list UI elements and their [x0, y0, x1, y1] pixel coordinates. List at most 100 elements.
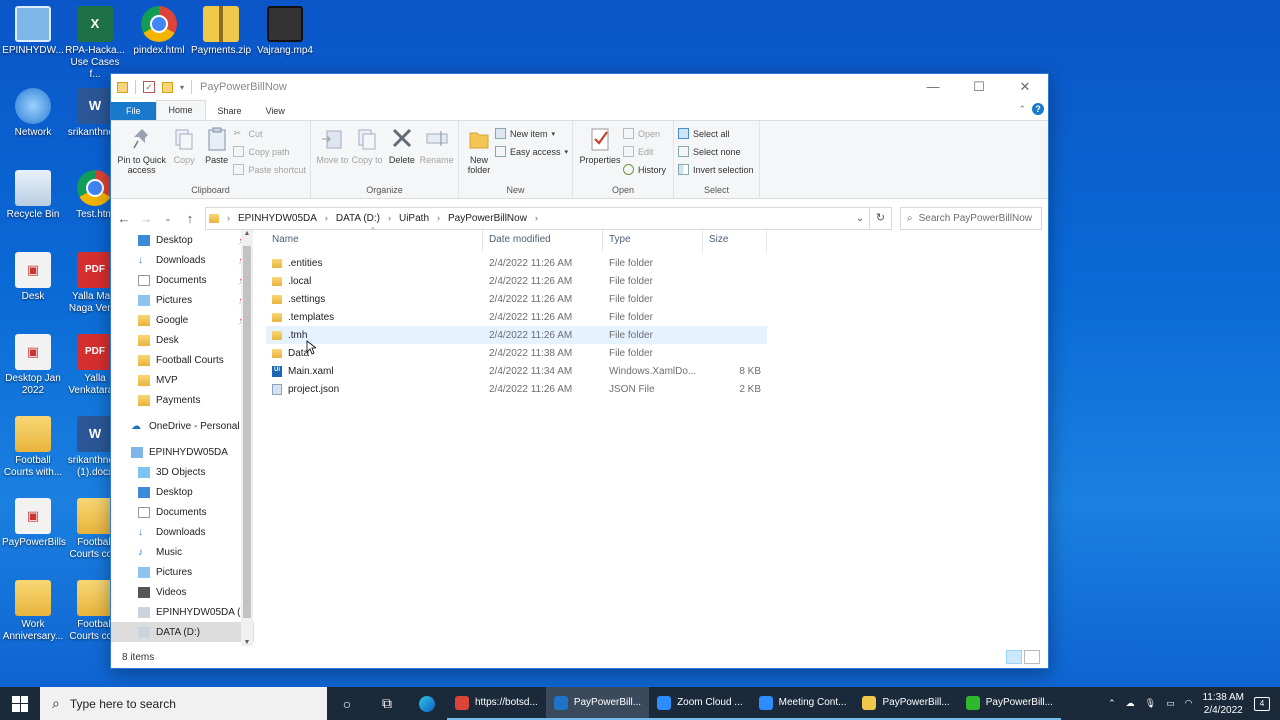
notification-center-icon[interactable]: 4 [1254, 696, 1270, 711]
taskbar-app-button[interactable]: PayPowerBill... [957, 687, 1061, 720]
breadcrumb-item[interactable]: UiPath [399, 213, 429, 224]
cut-button[interactable]: ✂ Cut [233, 126, 306, 141]
open-button[interactable]: Open [623, 126, 666, 141]
taskbar-app-button[interactable]: PayPowerBill... [854, 687, 958, 720]
nav-item-quick-access[interactable]: Pictures📌 [111, 290, 254, 310]
desktop-shortcut[interactable]: Payments.zip [190, 6, 252, 57]
nav-item-this-pc-child[interactable]: EPINHYDW05DA (C [111, 602, 254, 622]
copy-path-button[interactable]: Copy path [233, 144, 306, 159]
search-input[interactable]: ⌕ Search PayPowerBillNow [900, 206, 1042, 230]
history-button[interactable]: History [623, 162, 666, 177]
task-view-icon[interactable]: ⧉ [367, 687, 407, 720]
column-header-size[interactable]: Size [703, 228, 767, 252]
file-row[interactable]: .settings 2/4/2022 11:26 AM File folder [266, 290, 767, 308]
scroll-down-icon[interactable]: ▼ [241, 639, 253, 646]
nav-item-this-pc-child[interactable]: Desktop [111, 482, 254, 502]
tab-share[interactable]: Share [206, 102, 254, 120]
file-row[interactable]: .local 2/4/2022 11:26 AM File folder [266, 272, 767, 290]
nav-item-this-pc[interactable]: EPINHYDW05DA [111, 442, 254, 462]
minimize-button[interactable]: — [910, 79, 956, 95]
select-all-button[interactable]: Select all [678, 126, 754, 141]
column-header-type[interactable]: Type [603, 228, 703, 252]
nav-item-quick-access[interactable]: Google📌 [111, 310, 254, 330]
nav-item-onedrive[interactable]: ☁ OneDrive - Personal [111, 416, 254, 436]
customize-toolbar-chevron-icon[interactable]: ▾ [180, 83, 184, 92]
maximize-button[interactable]: ☐ [956, 79, 1002, 95]
edge-icon[interactable] [407, 687, 447, 720]
column-header-date-modified[interactable]: Date modified [483, 228, 603, 252]
desktop-shortcut[interactable]: ▣ Desktop Jan 2022 [2, 334, 64, 397]
help-icon[interactable]: ? [1032, 103, 1044, 115]
details-view-icon[interactable] [1006, 650, 1022, 664]
nav-item-this-pc-child[interactable]: DATA (D:) [111, 622, 254, 642]
new-folder-icon[interactable] [162, 81, 173, 93]
nav-item-quick-access[interactable]: Desktop📌 [111, 230, 254, 250]
desktop-shortcut[interactable]: pindex.html [128, 6, 190, 57]
file-row[interactable]: .entities 2/4/2022 11:26 AM File folder [266, 254, 767, 272]
tab-home[interactable]: Home [155, 100, 206, 120]
address-bar[interactable]: › EPINHYDW05DA › DATA (D:) › UiPath › Pa… [205, 206, 870, 230]
file-row[interactable]: .tmh 2/4/2022 11:26 AM File folder [266, 326, 767, 344]
select-none-button[interactable]: Select none [678, 144, 754, 159]
file-row[interactable]: .templates 2/4/2022 11:26 AM File folder [266, 308, 767, 326]
battery-icon[interactable]: ▭ [1166, 698, 1175, 709]
nav-item-quick-access[interactable]: Documents📌 [111, 270, 254, 290]
desktop-shortcut[interactable]: Work Anniversary... [2, 580, 64, 643]
new-item-button[interactable]: New item ▾ [494, 126, 568, 141]
file-row[interactable]: Ui Main.xaml 2/4/2022 11:34 AM Windows.Xaml… [266, 362, 767, 380]
nav-item-quick-access[interactable]: ↓Downloads📌 [111, 250, 254, 270]
clock[interactable]: 11:38 AM 2/4/2022 [1202, 691, 1244, 717]
file-row[interactable]: Data 2/4/2022 11:38 AM File folder [266, 344, 767, 362]
taskbar-app-button[interactable]: Zoom Cloud ... [649, 687, 751, 720]
desktop-shortcut[interactable]: Vajrang.mp4 [254, 6, 316, 57]
forward-arrow-icon[interactable]: → [139, 211, 153, 226]
tab-view[interactable]: View [254, 102, 297, 120]
nav-item-this-pc-child[interactable]: Pictures [111, 562, 254, 582]
nav-item-this-pc-child[interactable]: 3D Objects [111, 462, 254, 482]
scroll-up-icon[interactable]: ▲ [241, 230, 253, 237]
desktop-shortcut[interactable]: X RPA-Hacka... Use Cases f... [64, 6, 126, 81]
show-hidden-icons-chevron-icon[interactable]: ⌃ [1108, 698, 1116, 709]
nav-item-quick-access[interactable]: MVP [111, 370, 254, 390]
breadcrumb-item[interactable]: PayPowerBillNow [448, 213, 527, 224]
taskbar-search-input[interactable]: ⌕ Type here to search [40, 687, 327, 720]
nav-item-quick-access[interactable]: Payments [111, 390, 254, 410]
breadcrumb-item[interactable]: DATA (D:) [336, 213, 380, 224]
up-arrow-icon[interactable]: ↑ [183, 211, 197, 226]
cortana-icon[interactable]: ○ [327, 687, 367, 720]
nav-pane-scrollbar[interactable]: ▲ ▼ [241, 230, 253, 646]
microphone-icon[interactable]: 🎙 [1145, 698, 1156, 709]
easy-access-button[interactable]: Easy access ▾ [494, 144, 568, 159]
taskbar-app-button[interactable]: Meeting Cont... [750, 687, 855, 720]
desktop-shortcut[interactable]: EPINHYDW... [2, 6, 64, 57]
nav-item-this-pc-child[interactable]: Documents [111, 502, 254, 522]
nav-item-this-pc-child[interactable]: ↓ Downloads [111, 522, 254, 542]
back-arrow-icon[interactable]: ← [117, 211, 131, 226]
properties-check-icon[interactable]: ✓ [143, 81, 155, 93]
desktop-shortcut[interactable]: Football Courts with... [2, 416, 64, 479]
wifi-icon[interactable]: ◠ [1185, 698, 1193, 709]
breadcrumb-item[interactable]: EPINHYDW05DA [238, 213, 317, 224]
desktop-shortcut[interactable]: Recycle Bin [2, 170, 64, 221]
nav-item-quick-access[interactable]: Football Courts [111, 350, 254, 370]
refresh-icon[interactable]: ↻ [870, 206, 892, 230]
taskbar-app-button[interactable]: https://botsd... [447, 687, 546, 720]
tab-file[interactable]: File [111, 102, 156, 120]
taskbar-app-button[interactable]: PayPowerBill... [545, 687, 650, 720]
close-button[interactable]: ✕ [1002, 79, 1048, 95]
desktop-shortcut[interactable]: ▣ PayPowerBills [2, 498, 66, 549]
paste-shortcut-button[interactable]: Paste shortcut [233, 162, 306, 177]
desktop-shortcut[interactable]: ▣ Desk [2, 252, 64, 303]
file-row[interactable]: project.json 2/4/2022 11:26 AM JSON File 2 … [266, 380, 767, 398]
edit-button[interactable]: Edit [623, 144, 666, 159]
invert-selection-button[interactable]: Invert selection [678, 162, 754, 177]
onedrive-tray-icon[interactable]: ☁ [1126, 698, 1135, 709]
recent-locations-chevron-icon[interactable]: ⌄ [161, 214, 175, 223]
scrollbar-thumb[interactable] [243, 246, 251, 618]
nav-item-this-pc-child[interactable]: Videos [111, 582, 254, 602]
collapse-ribbon-icon[interactable]: ⌃ [1018, 104, 1026, 115]
start-button[interactable] [0, 687, 40, 720]
nav-item-this-pc-child[interactable]: ♪ Music [111, 542, 254, 562]
desktop-shortcut[interactable]: Network [2, 88, 64, 139]
nav-item-quick-access[interactable]: Desk [111, 330, 254, 350]
